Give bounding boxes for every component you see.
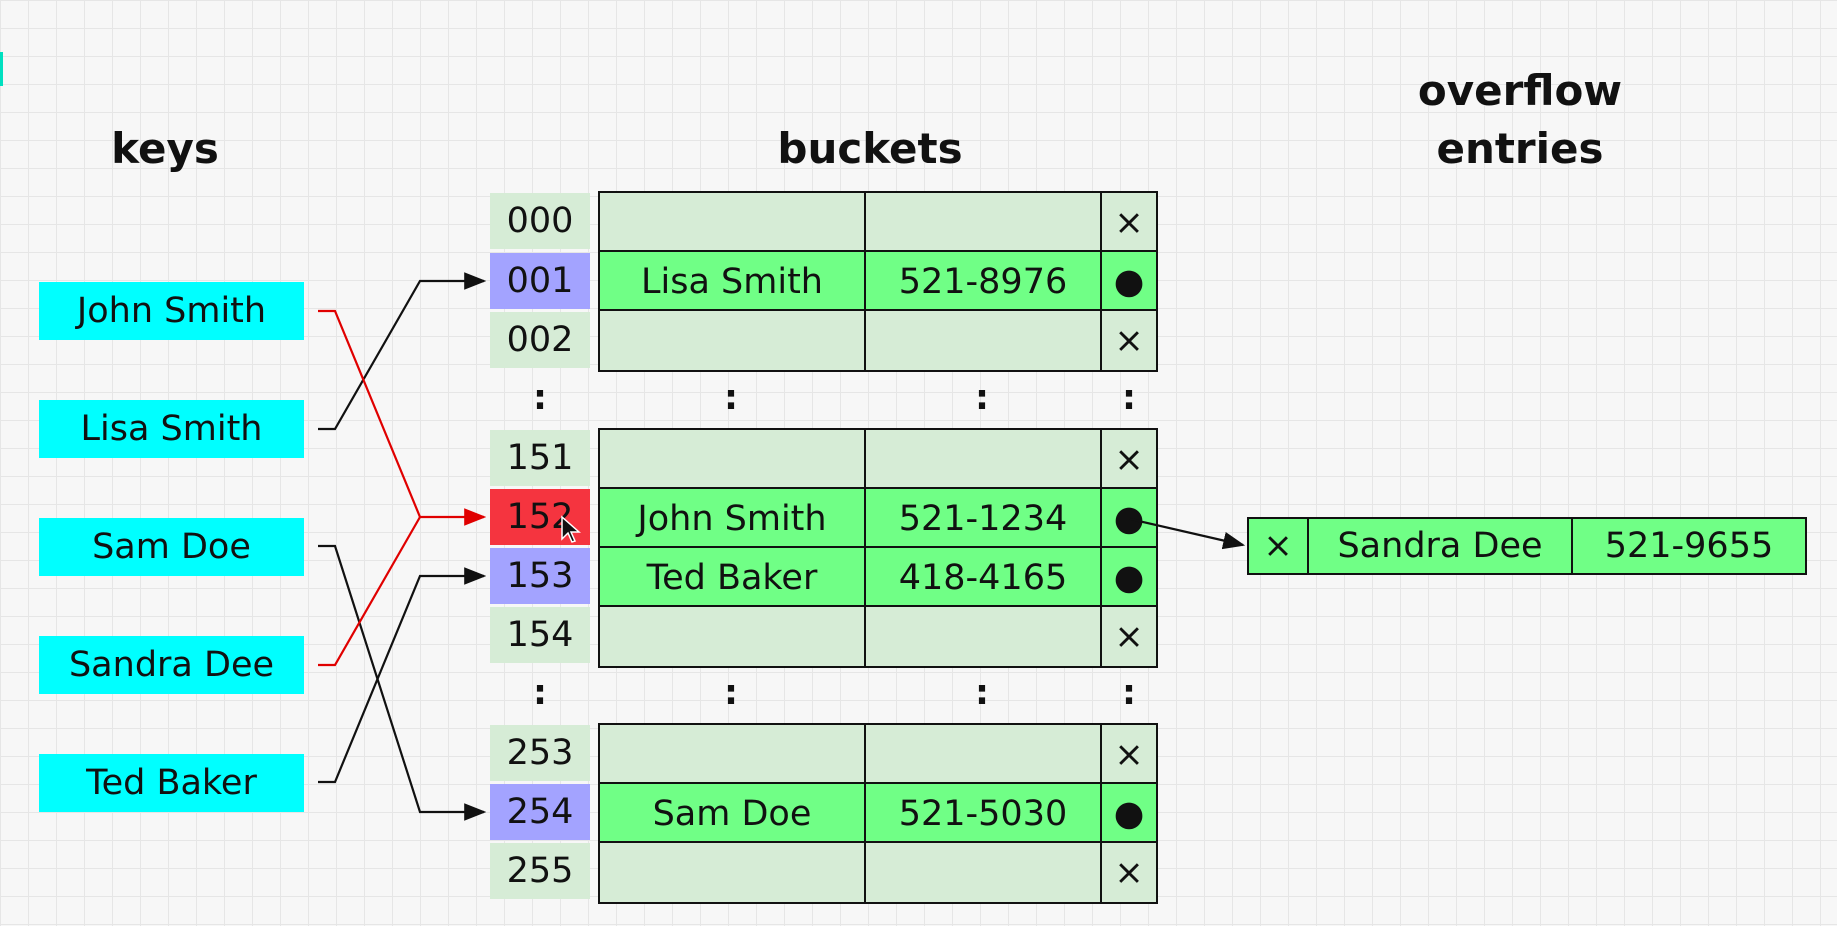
arrow-overflow-link [1129, 517, 1246, 550]
arrow-sam-to-254 [318, 544, 487, 821]
mouse-cursor-icon [561, 515, 581, 543]
arrow-sandra-to-152 [318, 516, 421, 667]
arrow-lisa-to-001 [318, 272, 487, 431]
hash-arrows [318, 272, 1246, 821]
